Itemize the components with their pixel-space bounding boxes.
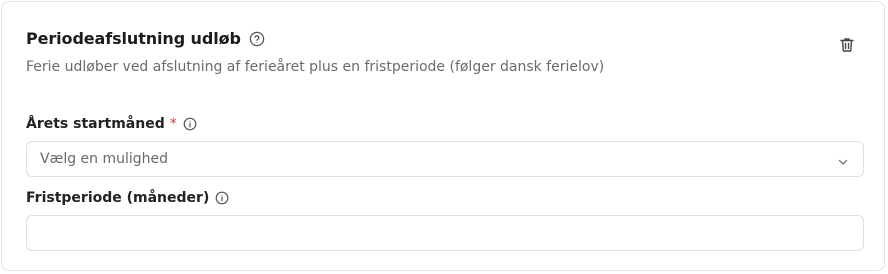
chevron-down-icon xyxy=(837,153,849,165)
question-circle-icon[interactable] xyxy=(249,31,265,47)
section-title: Periodeafslutning udløb xyxy=(26,29,241,48)
required-marker: * xyxy=(169,116,177,132)
start-month-select[interactable]: Vælg en mulighed xyxy=(26,141,864,177)
grace-period-label-text: Fristperiode (måneder) xyxy=(26,190,210,206)
start-month-label-text: Årets startmåned xyxy=(26,116,165,132)
info-circle-icon[interactable] xyxy=(215,191,229,205)
section-header: Periodeafslutning udløb xyxy=(26,29,265,48)
start-month-select-value: Vælg en mulighed xyxy=(40,151,169,167)
start-month-label: Årets startmåned * xyxy=(26,116,197,132)
grace-period-input[interactable] xyxy=(26,215,864,251)
expiry-rule-card: Periodeafslutning udløb Ferie udløber ve… xyxy=(1,1,885,271)
section-description: Ferie udløber ved afslutning af ferieåre… xyxy=(26,59,605,75)
trash-icon[interactable] xyxy=(838,36,856,54)
grace-period-label: Fristperiode (måneder) xyxy=(26,190,229,206)
info-circle-icon[interactable] xyxy=(183,117,197,131)
